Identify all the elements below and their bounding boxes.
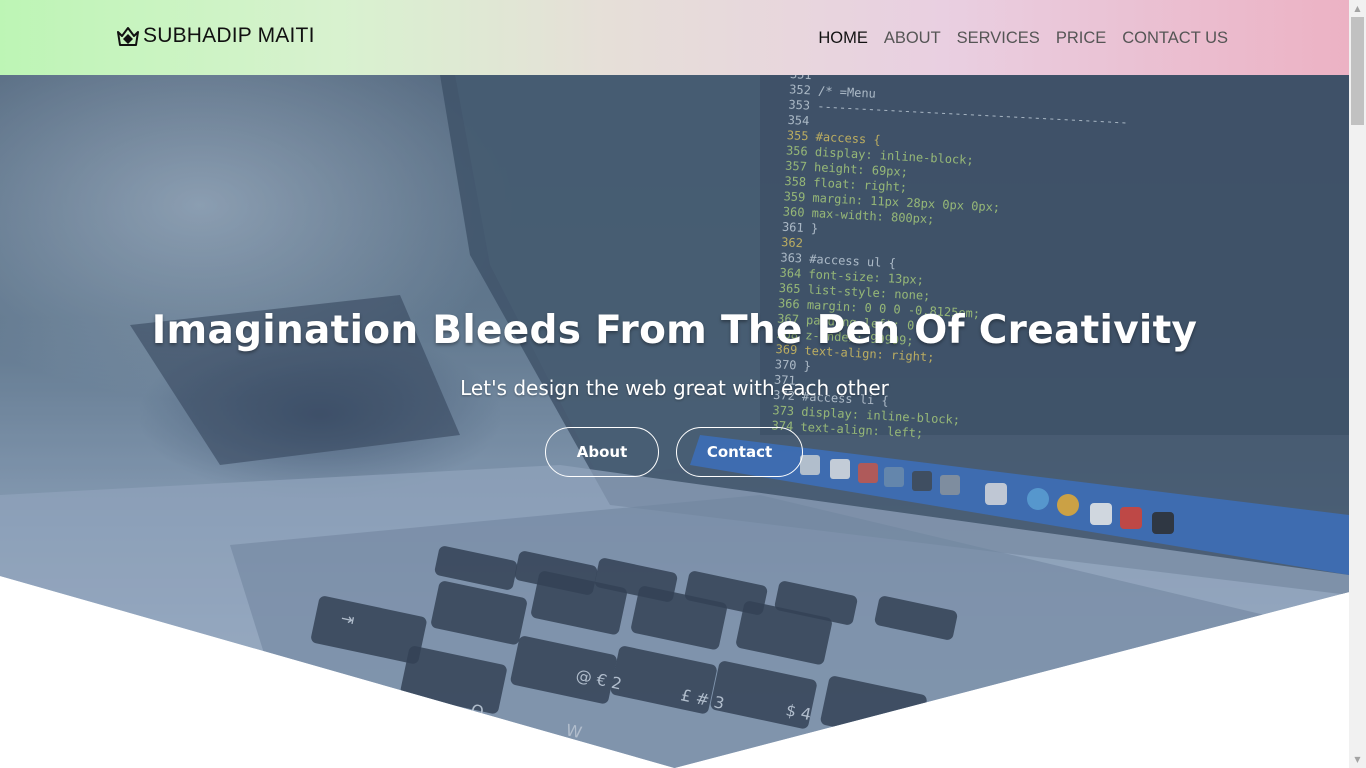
- hero-buttons: About Contact: [545, 427, 803, 477]
- nav-services[interactable]: SERVICES: [957, 29, 1040, 48]
- hero-content: Imagination Bleeds From The Pen Of Creat…: [0, 75, 1349, 768]
- contact-button[interactable]: Contact: [676, 427, 803, 477]
- page-scrollbar[interactable]: ▲ ▼: [1349, 0, 1366, 768]
- navbar: SUBHADIP MAITI HOME ABOUT SERVICES PRICE…: [0, 0, 1349, 75]
- scroll-up-arrow-icon[interactable]: ▲: [1349, 0, 1366, 17]
- nav-contact-us[interactable]: CONTACT US: [1122, 29, 1228, 48]
- scroll-down-arrow-icon[interactable]: ▼: [1349, 751, 1366, 768]
- scrollbar-thumb[interactable]: [1351, 17, 1364, 125]
- hero-subtitle: Let's design the web great with each oth…: [460, 376, 889, 400]
- brand-link[interactable]: SUBHADIP MAITI: [116, 24, 315, 48]
- main-nav: HOME ABOUT SERVICES PRICE CONTACT US: [818, 29, 1228, 48]
- nav-about[interactable]: ABOUT: [884, 29, 941, 48]
- about-button[interactable]: About: [545, 427, 659, 477]
- nav-price[interactable]: PRICE: [1056, 29, 1106, 48]
- nav-home[interactable]: HOME: [818, 29, 868, 48]
- brand-name: SUBHADIP MAITI: [143, 24, 315, 47]
- hero-section: 351352 /* =Menu353 ---------------------…: [0, 75, 1349, 768]
- hero-title: Imagination Bleeds From The Pen Of Creat…: [151, 308, 1198, 353]
- crown-logo-icon: [117, 27, 139, 46]
